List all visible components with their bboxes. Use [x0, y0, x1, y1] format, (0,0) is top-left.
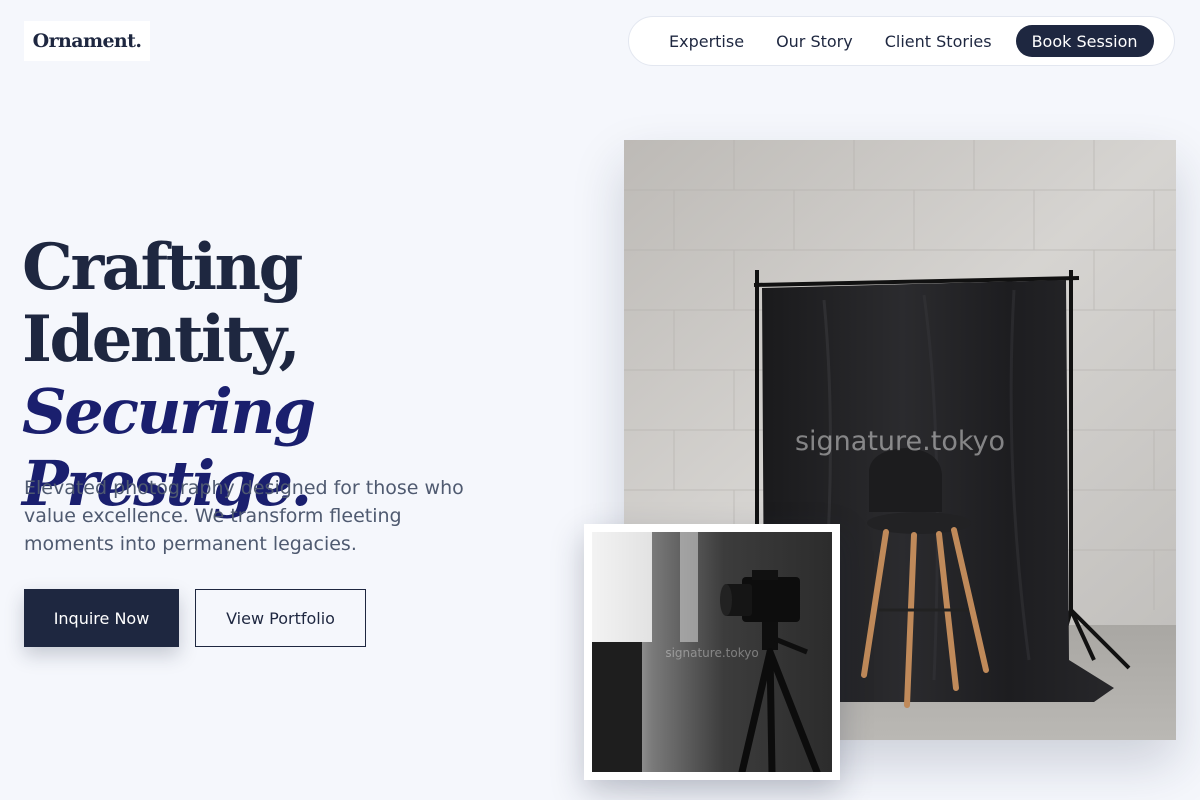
- inquire-now-button[interactable]: Inquire Now: [24, 589, 179, 647]
- hero-subcopy: Elevated photography designed for those …: [24, 477, 464, 555]
- view-portfolio-button[interactable]: View Portfolio: [195, 589, 366, 647]
- inset-photo-watermark: signature.tokyo: [665, 646, 759, 660]
- photo-watermark: signature.tokyo: [794, 426, 1006, 457]
- headline-line-1: Crafting: [22, 230, 303, 305]
- brand-logo-text: Ornament.: [32, 30, 142, 52]
- headline-line-2: Identity,: [22, 302, 301, 377]
- inset-photo: signature.tokyo: [592, 532, 832, 772]
- page: Ornament. Expertise Our Story Client Sto…: [0, 0, 1200, 800]
- nav-item-expertise[interactable]: Expertise: [653, 32, 760, 51]
- book-session-button[interactable]: Book Session: [1015, 25, 1154, 57]
- nav-item-our-story[interactable]: Our Story: [760, 32, 869, 51]
- main-nav: Expertise Our Story Client Stories Book …: [628, 16, 1175, 66]
- nav-item-client-stories[interactable]: Client Stories: [869, 32, 1008, 51]
- brand-logo[interactable]: Ornament.: [24, 21, 150, 61]
- inset-photo-frame: signature.tokyo: [584, 524, 840, 780]
